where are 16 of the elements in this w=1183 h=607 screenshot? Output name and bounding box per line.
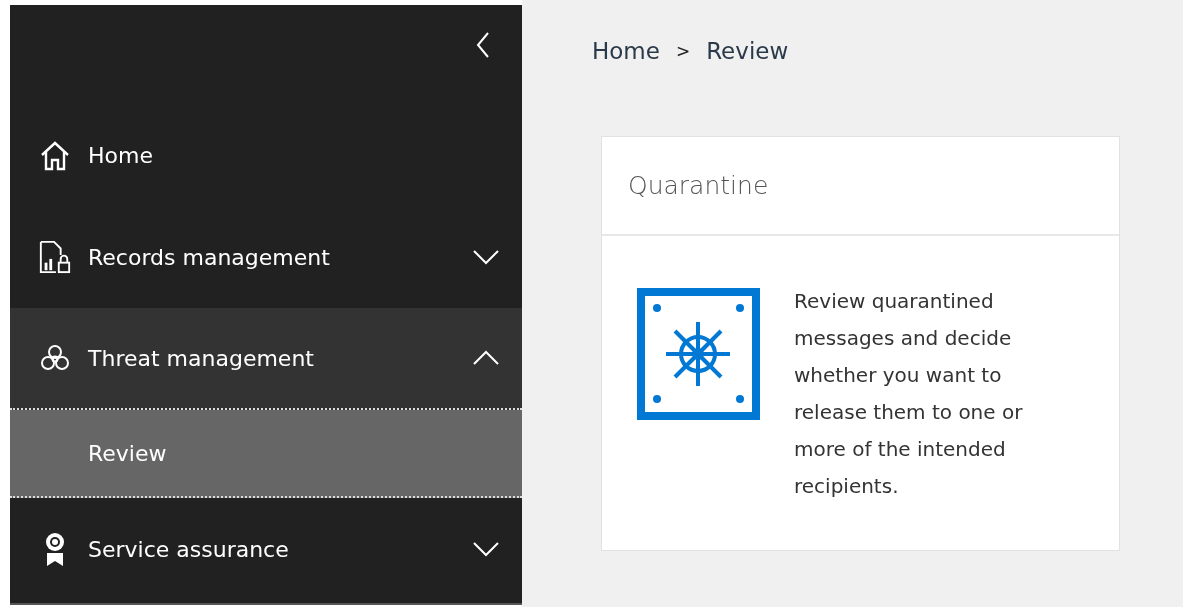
card-title: Quarantine: [628, 171, 769, 200]
document-chart-lock-icon: [38, 239, 72, 275]
chevron-down-icon: [472, 249, 500, 265]
safe-icon: [637, 288, 760, 420]
chevron-up-icon: [472, 350, 500, 366]
nav-item[interactable]: Records management: [10, 206, 522, 308]
card-description: Review quarantined messages and decide whether you want to release them to one or more of the intended recipients.: [794, 288, 1024, 500]
nav-subitem[interactable]: Review: [10, 410, 522, 498]
nav-item[interactable]: Service assurance: [10, 498, 522, 600]
breadcrumb-separator: >: [675, 41, 691, 61]
chevron-left-icon: [476, 31, 490, 59]
chevron-down-icon: [472, 541, 500, 557]
breadcrumb-link[interactable]: Review: [706, 38, 789, 64]
nav-item[interactable]: Threat management: [10, 308, 522, 410]
breadcrumb-link[interactable]: Home: [592, 38, 660, 64]
nav-item[interactable]: Home: [10, 104, 522, 206]
